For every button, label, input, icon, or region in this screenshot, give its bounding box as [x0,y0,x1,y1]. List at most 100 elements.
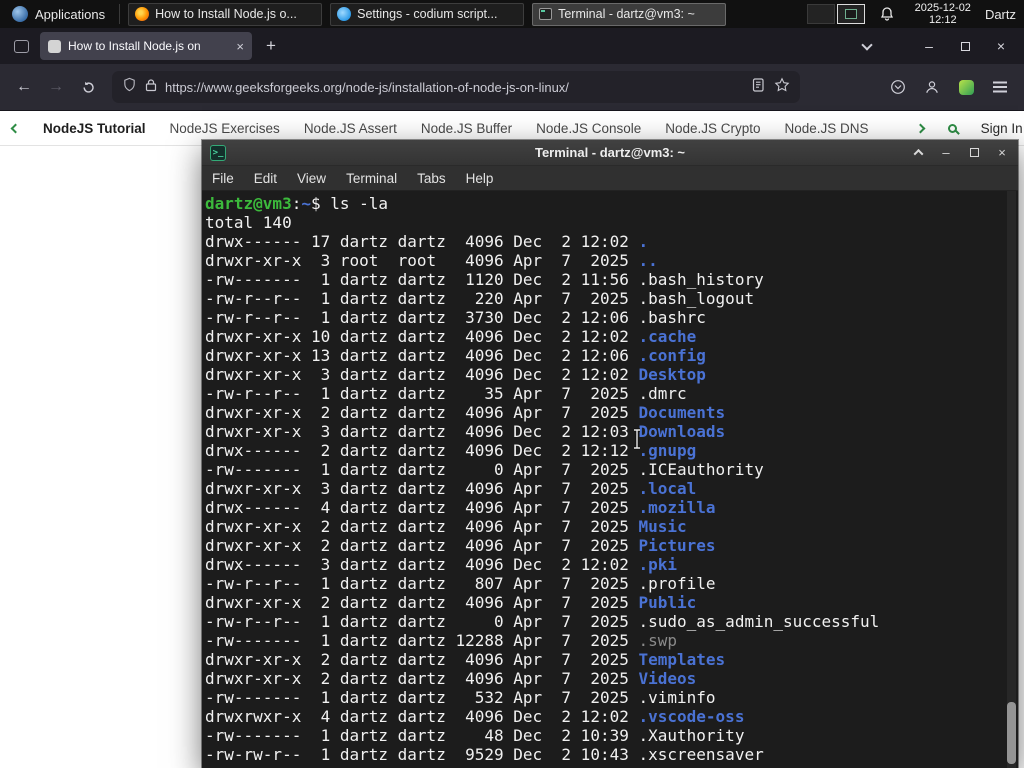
terminal-minimize-button[interactable]: – [938,145,954,161]
terminal-close-button[interactable]: × [994,145,1010,161]
ls-row: drwxr-xr-x 3 dartz dartz 4096 Apr 7 2025… [205,479,697,498]
terminal-scrollbar-track[interactable] [1007,191,1016,768]
terminal-window: >_ Terminal - dartz@vm3: ~ – × File Edit… [202,140,1018,768]
extension-badge [958,79,974,95]
nav-item-nodejs-dns[interactable]: Node.JS DNS [785,121,869,136]
url-bar[interactable]: https://www.geeksforgeeks.org/node-js/in… [112,71,800,103]
pocket-icon[interactable] [884,73,912,101]
panel-separator [119,4,121,24]
menu-tabs[interactable]: Tabs [407,166,456,191]
clock-date: 2025-12-02 [914,2,971,14]
browser-minimize-button[interactable]: – [914,33,944,59]
taskbar-item-nodejs-page[interactable]: How to Install Node.js o... [128,2,323,26]
applications-menu-button[interactable]: Applications [6,4,111,24]
search-icon[interactable] [947,123,957,133]
extension-icon[interactable] [952,73,980,101]
ls-row: drwx------ 4 dartz dartz 4096 Apr 7 2025… [205,498,716,517]
applications-menu-icon [12,6,28,22]
ls-row: drwxr-xr-x 3 dartz dartz 4096 Dec 2 12:0… [205,365,706,384]
reader-view-icon[interactable] [752,77,766,97]
workspace-2-active[interactable] [836,4,865,24]
panel-clock[interactable]: 2025-12-02 12:12 [915,2,971,26]
ls-row: -rw------- 1 dartz dartz 0 Apr 7 2025 .I… [205,460,764,479]
nav-item-nodejs-console[interactable]: Node.JS Console [536,121,641,136]
browser-maximize-button[interactable] [950,33,980,59]
applications-menu-label: Applications [35,6,106,22]
browser-tab-active[interactable]: How to Install Node.js on × [40,32,252,60]
ls-row: drwx------ 17 dartz dartz 4096 Dec 2 12:… [205,232,649,251]
ls-row: -rw-r--r-- 1 dartz dartz 807 Apr 7 2025 … [205,574,716,593]
account-icon[interactable] [918,73,946,101]
ls-row: drwxr-xr-x 2 dartz dartz 4096 Apr 7 2025… [205,650,726,669]
chevron-down-icon [861,38,873,51]
terminal-menu-bar: File Edit View Terminal Tabs Help [202,166,1018,191]
workspace-1[interactable] [806,4,835,24]
ls-row: -rw-r--r-- 1 dartz dartz 35 Apr 7 2025 .… [205,384,687,403]
forward-button[interactable]: → [42,73,70,101]
chevron-up-icon [913,148,923,159]
mini-window-icon [844,9,857,19]
nav-item-nodejs-crypto[interactable]: Node.JS Crypto [665,121,760,136]
tab-close-button[interactable]: × [236,40,244,53]
sign-in-button[interactable]: Sign In [981,121,1023,136]
firefox-view-icon [13,39,29,53]
reload-button[interactable] [74,73,102,101]
url-text[interactable]: https://www.geeksforgeeks.org/node-js/in… [165,80,744,95]
ls-row: drwxr-xr-x 3 root root 4096 Apr 7 2025 .… [205,251,658,270]
terminal-title-bar[interactable]: >_ Terminal - dartz@vm3: ~ – × [202,140,1018,166]
taskbar-item-codium-settings[interactable]: Settings - codium script... [330,2,525,26]
ls-row: -rw------- 1 dartz dartz 532 Apr 7 2025 … [205,688,716,707]
lock-icon[interactable] [145,78,157,97]
taskbar-item-terminal[interactable]: Terminal - dartz@vm3: ~ [532,2,727,26]
ls-row: drwx------ 2 dartz dartz 4096 Dec 2 12:1… [205,441,697,460]
terminal-window-controls: – × [910,145,1010,161]
ls-row: drwxr-xr-x 2 dartz dartz 4096 Apr 7 2025… [205,536,716,555]
ls-row: drwxr-xr-x 13 dartz dartz 4096 Dec 2 12:… [205,346,706,365]
nav-item-nodejs-buffer[interactable]: Node.JS Buffer [421,121,512,136]
ls-row: drwxr-xr-x 2 dartz dartz 4096 Apr 7 2025… [205,517,687,536]
list-all-tabs-button[interactable] [852,33,882,59]
reload-icon [82,81,94,93]
terminal-output[interactable]: dartz@vm3:~$ ls -la total 140 drwx------… [202,191,1018,768]
ls-row: drwxr-xr-x 2 dartz dartz 4096 Apr 7 2025… [205,593,697,612]
codium-icon [337,7,352,21]
prompt-line: dartz@vm3:~$ ls -la [205,194,389,213]
toolbar-right-icons [884,73,1014,101]
tab-favicon [48,39,61,53]
menu-hamburger-icon[interactable] [986,73,1014,101]
workspace-pager [806,4,865,24]
nav-scroll-left-icon[interactable] [10,123,21,133]
ls-row: -rw-r--r-- 1 dartz dartz 0 Apr 7 2025 .s… [205,612,880,631]
menu-edit[interactable]: Edit [244,166,287,191]
ls-row: drwxr-xr-x 2 dartz dartz 4096 Apr 7 2025… [205,403,726,422]
bookmark-star-icon[interactable] [774,77,790,98]
terminal-window-title: Terminal - dartz@vm3: ~ [534,145,686,160]
menu-help[interactable]: Help [456,166,504,191]
browser-close-button[interactable]: × [986,33,1016,59]
nav-scroll-right-icon[interactable] [915,123,926,133]
ls-row: -rw------- 1 dartz dartz 12288 Apr 7 202… [205,631,678,650]
new-tab-button[interactable]: + [258,33,284,59]
ls-row: drwxrwxr-x 4 dartz dartz 4096 Dec 2 12:0… [205,707,745,726]
ls-row: -rw-rw-r-- 1 dartz dartz 9529 Dec 2 10:4… [205,745,764,764]
tracking-shield-icon[interactable] [122,77,137,97]
menu-file[interactable]: File [202,166,244,191]
menu-view[interactable]: View [287,166,336,191]
total-line: total 140 [205,213,292,232]
terminal-scrollbar-thumb[interactable] [1007,702,1016,764]
terminal-maximize-button[interactable] [966,145,982,161]
back-button[interactable]: ← [10,73,38,101]
nav-item-nodejs-assert[interactable]: Node.JS Assert [304,121,397,136]
firefox-view-button[interactable] [8,33,34,59]
nav-item-nodejs-exercises[interactable]: NodeJS Exercises [170,121,280,136]
maximize-icon [960,41,970,51]
terminal-shade-button[interactable] [910,145,926,161]
desktop-panel: Applications How to Install Node.js o...… [0,0,1024,28]
firefox-icon [135,7,150,21]
ls-row: -rw-r--r-- 1 dartz dartz 220 Apr 7 2025 … [205,289,755,308]
nav-item-nodejs-tutorial[interactable]: NodeJS Tutorial [43,121,146,136]
menu-terminal[interactable]: Terminal [336,166,407,191]
notification-bell-icon[interactable] [879,6,895,22]
ls-row: -rw-r--r-- 1 dartz dartz 3730 Dec 2 12:0… [205,308,706,327]
tab-title: How to Install Node.js on [68,39,201,53]
